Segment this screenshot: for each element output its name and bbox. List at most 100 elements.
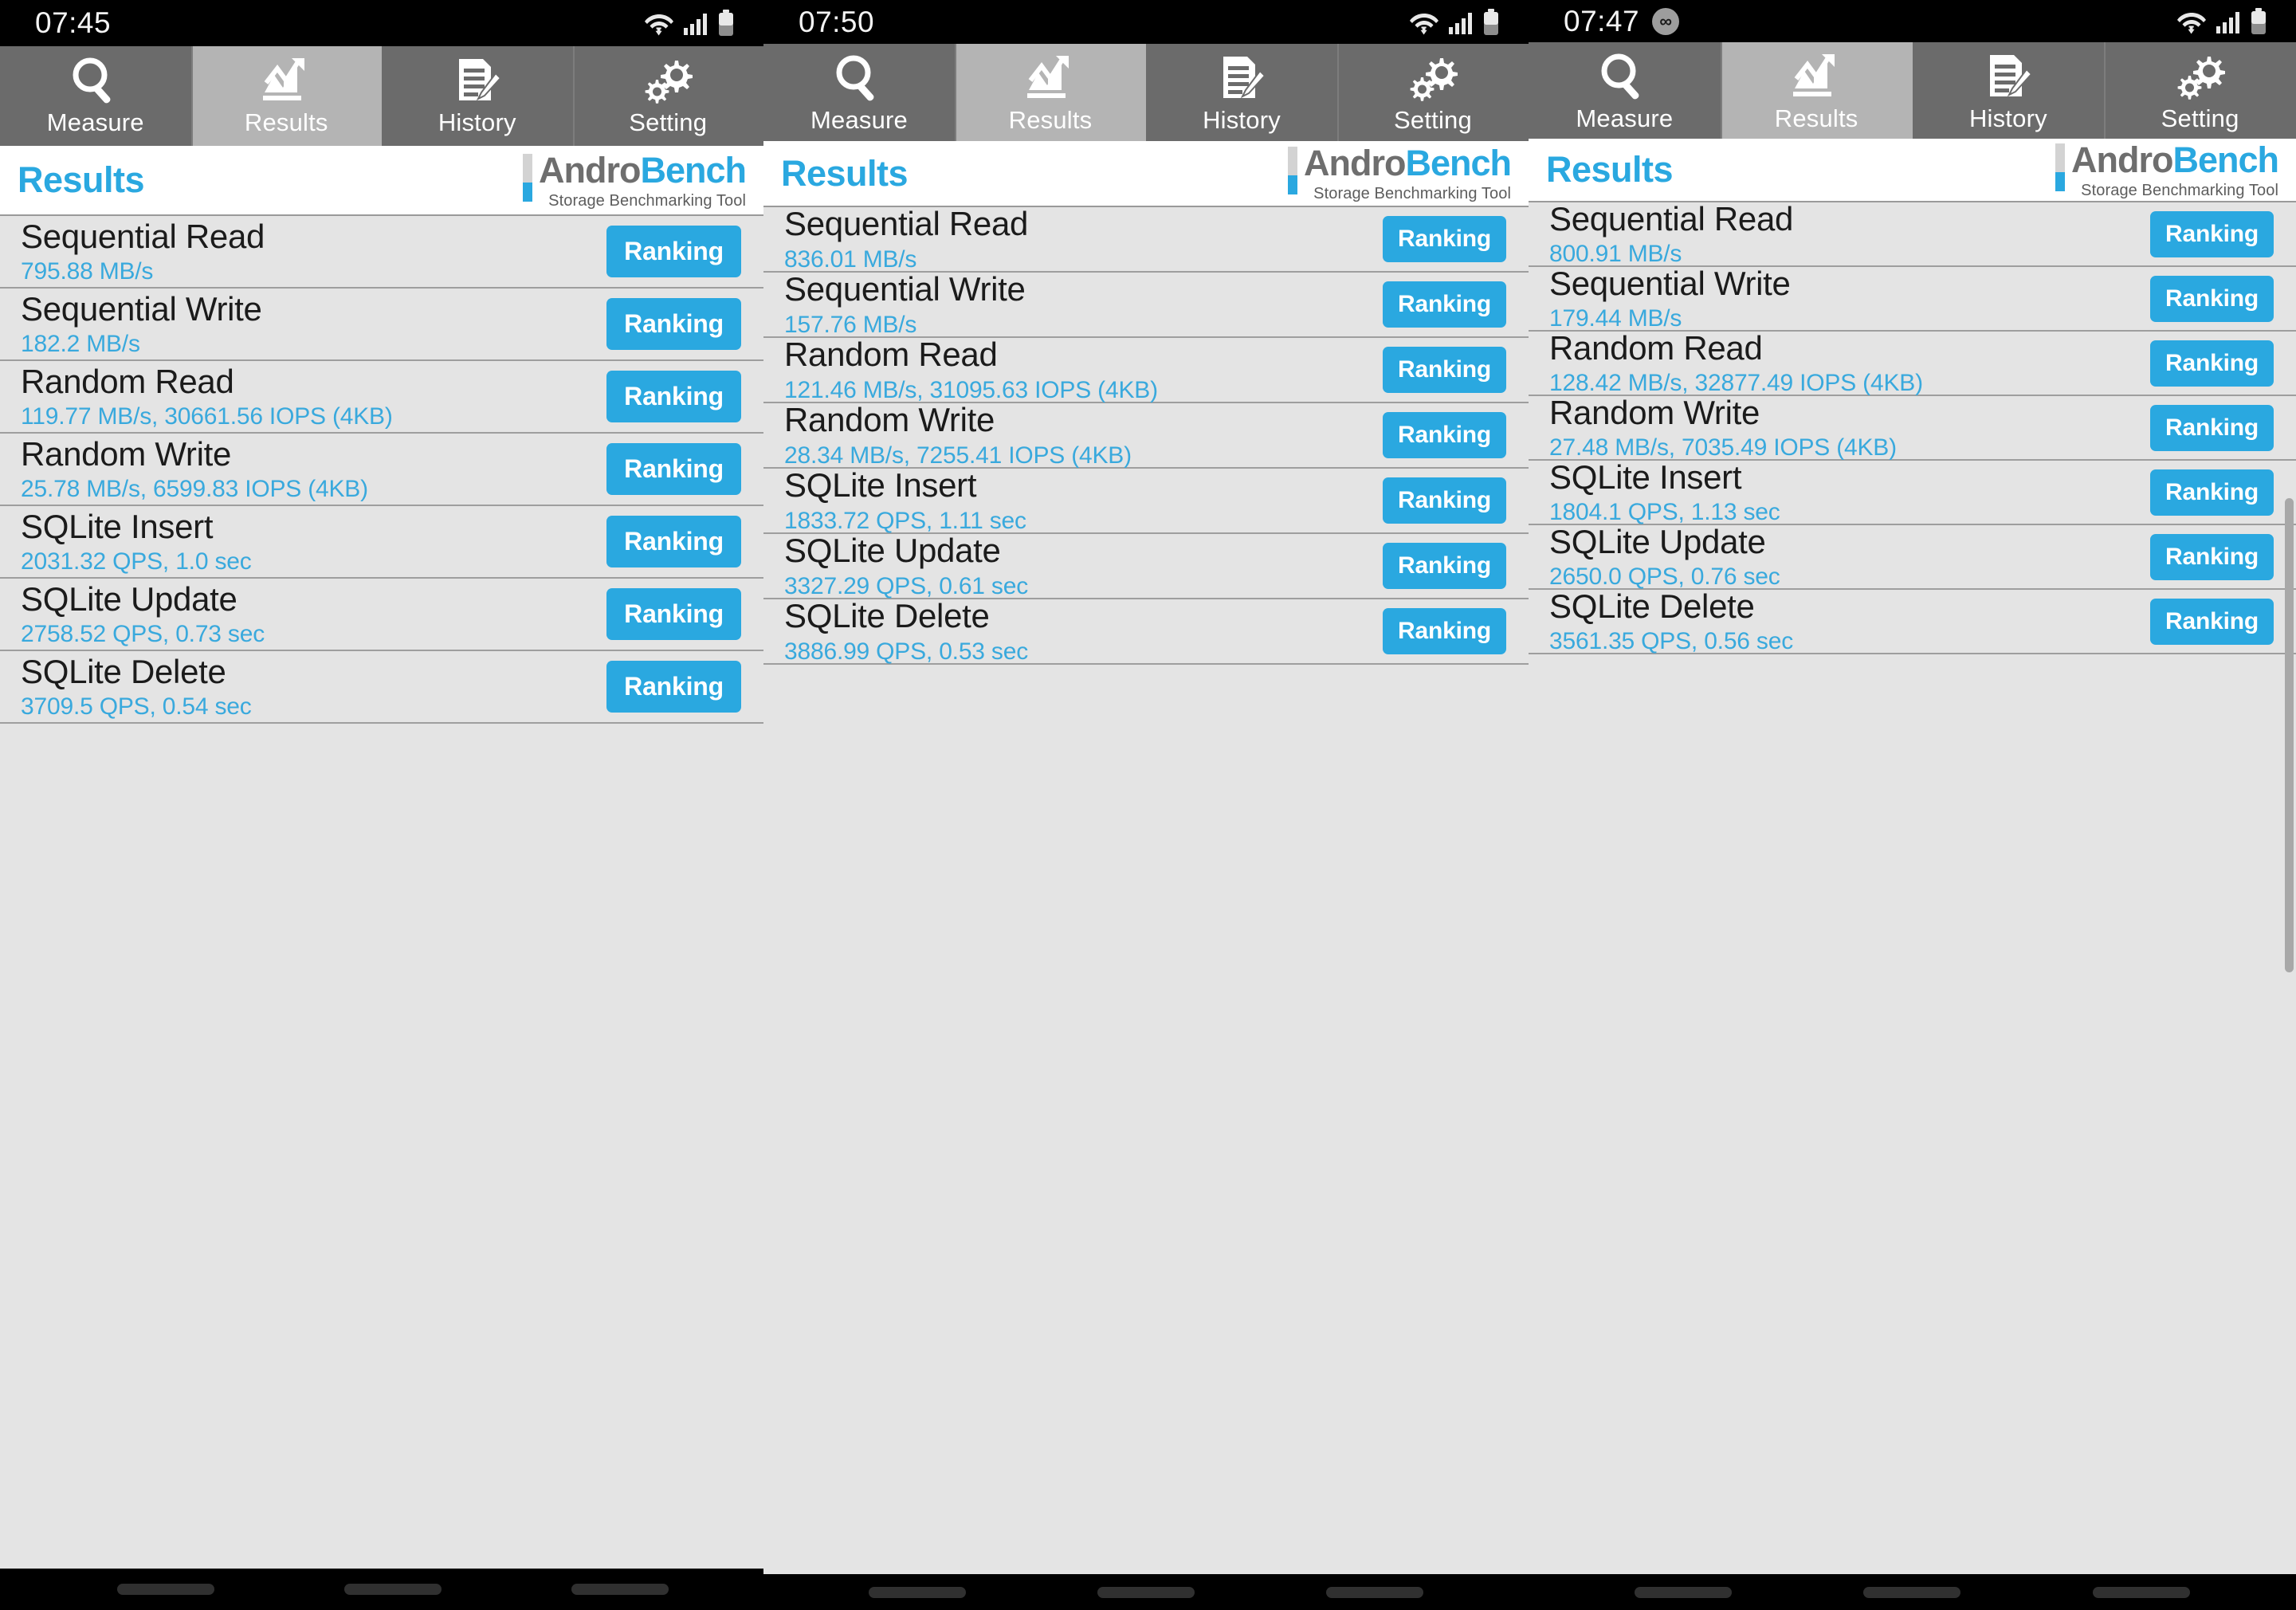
table-row[interactable]: Sequential Read 800.91 MB/s Ranking: [1529, 202, 2296, 267]
gears-icon: [642, 56, 694, 105]
table-row[interactable]: SQLite Insert 2031.32 QPS, 1.0 sec Ranki…: [0, 506, 763, 579]
table-row[interactable]: Sequential Read 795.88 MB/s Ranking: [0, 216, 763, 289]
table-row[interactable]: Random Write 28.34 MB/s, 7255.41 IOPS (4…: [763, 402, 1529, 469]
ranking-button[interactable]: Ranking: [1383, 347, 1506, 393]
row-title: SQLite Delete: [784, 597, 990, 635]
row-text: Sequential Read 836.01 MB/s: [784, 207, 1028, 272]
table-row[interactable]: SQLite Update 2758.52 QPS, 0.73 sec Rank…: [0, 579, 763, 651]
table-row[interactable]: SQLite Update 3327.29 QPS, 0.61 sec Rank…: [763, 533, 1529, 599]
table-row[interactable]: SQLite Insert 1804.1 QPS, 1.13 sec Ranki…: [1529, 457, 2296, 525]
ranking-button[interactable]: Ranking: [606, 226, 741, 277]
nav-pill[interactable]: [869, 1586, 967, 1598]
results-list[interactable]: Sequential Read 800.91 MB/s Ranking Sequ…: [1529, 202, 2296, 1574]
ranking-button[interactable]: Ranking: [1383, 216, 1506, 262]
row-text: SQLite Update 3327.29 QPS, 0.61 sec: [784, 533, 1028, 598]
wifi-icon: [1409, 10, 1439, 35]
chart-icon: [260, 56, 312, 105]
ranking-button[interactable]: Ranking: [2150, 533, 2274, 580]
table-row[interactable]: Sequential Read 836.01 MB/s Ranking: [763, 207, 1529, 273]
logo-wordmark: AndroBench: [1303, 143, 1512, 183]
nav-pill[interactable]: [117, 1584, 215, 1595]
tab-setting[interactable]: Setting: [1337, 44, 1529, 141]
tab-history[interactable]: History: [1146, 44, 1337, 141]
table-row[interactable]: SQLite Delete 3561.35 QPS, 0.56 sec Rank…: [1529, 587, 2296, 654]
tab-results[interactable]: Results: [1720, 42, 1913, 139]
row-text: SQLite Insert 2031.32 QPS, 1.0 sec: [21, 509, 252, 574]
ranking-button[interactable]: Ranking: [2150, 404, 2274, 451]
nav-pill[interactable]: [1863, 1586, 1961, 1598]
ranking-button[interactable]: Ranking: [2150, 340, 2274, 387]
ranking-button[interactable]: Ranking: [2150, 598, 2274, 645]
nav-pill[interactable]: [343, 1584, 442, 1595]
row-value: 2031.32 QPS, 1.0 sec: [21, 548, 252, 575]
tab-measure[interactable]: Measure: [0, 46, 191, 146]
table-row[interactable]: SQLite Update 2650.0 QPS, 0.76 sec Ranki…: [1529, 524, 2296, 590]
table-row[interactable]: Random Read 128.42 MB/s, 32877.49 IOPS (…: [1529, 330, 2296, 396]
ranking-button[interactable]: Ranking: [606, 298, 741, 350]
nav-pill[interactable]: [2093, 1586, 2191, 1598]
phone-screenshot-3: 07:47 ∞ Measure Results History Setting …: [1529, 0, 2296, 1610]
table-row[interactable]: Random Write 25.78 MB/s, 6599.83 IOPS (4…: [0, 434, 763, 506]
ranking-button[interactable]: Ranking: [606, 443, 741, 495]
row-title: SQLite Insert: [1549, 457, 1742, 496]
document-pen-icon: [1982, 52, 2035, 101]
ranking-button[interactable]: Ranking: [1383, 608, 1506, 654]
battery-icon: [1482, 8, 1500, 36]
row-value: 3886.99 QPS, 0.53 sec: [784, 638, 1029, 665]
table-row[interactable]: SQLite Delete 3886.99 QPS, 0.53 sec Rank…: [763, 599, 1529, 665]
row-value: 836.01 MB/s: [784, 245, 917, 273]
ranking-button[interactable]: Ranking: [606, 588, 741, 640]
ranking-button[interactable]: Ranking: [2150, 469, 2274, 516]
ranking-button[interactable]: Ranking: [606, 661, 741, 713]
tab-history[interactable]: History: [1912, 42, 2105, 139]
logo-text: AndroBench Storage Benchmarking Tool: [1303, 143, 1512, 202]
logo-bar-icon: [1287, 147, 1297, 194]
row-value: 2758.52 QPS, 0.73 sec: [21, 621, 265, 648]
androbench-logo: AndroBench Storage Benchmarking Tool: [1287, 143, 1512, 202]
table-row[interactable]: Random Read 121.46 MB/s, 31095.63 IOPS (…: [763, 337, 1529, 403]
nav-pill[interactable]: [571, 1584, 669, 1595]
ranking-button[interactable]: Ranking: [1383, 477, 1506, 524]
gears-icon: [1407, 53, 1459, 103]
vertical-scrollbar[interactable]: [2285, 498, 2294, 972]
ranking-button[interactable]: Ranking: [606, 516, 741, 567]
row-text: SQLite Insert 1833.72 QPS, 1.11 sec: [784, 468, 1026, 532]
ranking-button[interactable]: Ranking: [1383, 281, 1506, 328]
tab-bar: Measure Results History Setting: [1529, 42, 2296, 139]
row-title: SQLite Delete: [1549, 587, 1755, 625]
page-title: Results: [18, 159, 145, 200]
ranking-button[interactable]: Ranking: [1383, 412, 1506, 458]
results-list[interactable]: Sequential Read 795.88 MB/s Ranking Sequ…: [0, 216, 763, 1569]
row-text: Random Read 128.42 MB/s, 32877.49 IOPS (…: [1549, 330, 1923, 395]
nav-pill[interactable]: [1634, 1586, 1732, 1598]
tab-label-history: History: [1968, 104, 2047, 132]
tab-results[interactable]: Results: [955, 44, 1146, 141]
tab-label-results: Results: [1008, 106, 1093, 134]
ranking-button[interactable]: Ranking: [1383, 543, 1506, 589]
tab-measure[interactable]: Measure: [763, 44, 955, 141]
table-row[interactable]: SQLite Insert 1833.72 QPS, 1.11 sec Rank…: [763, 468, 1529, 534]
system-nav-bar: [1529, 1574, 2296, 1610]
tab-results[interactable]: Results: [190, 46, 382, 146]
nav-pill[interactable]: [1325, 1586, 1423, 1598]
tab-setting[interactable]: Setting: [2104, 42, 2296, 139]
table-row[interactable]: Sequential Write 157.76 MB/s Ranking: [763, 272, 1529, 338]
ranking-button[interactable]: Ranking: [2150, 210, 2274, 257]
tab-history[interactable]: History: [382, 46, 573, 146]
tab-setting[interactable]: Setting: [572, 46, 763, 146]
nav-pill[interactable]: [1097, 1586, 1195, 1598]
table-row[interactable]: Sequential Write 179.44 MB/s Ranking: [1529, 265, 2296, 332]
table-row[interactable]: SQLite Delete 3709.5 QPS, 0.54 sec Ranki…: [0, 651, 763, 724]
ranking-button[interactable]: Ranking: [606, 371, 741, 422]
row-value: 182.2 MB/s: [21, 331, 140, 358]
results-list[interactable]: Sequential Read 836.01 MB/s Ranking Sequ…: [763, 207, 1529, 1574]
table-row[interactable]: Random Read 119.77 MB/s, 30661.56 IOPS (…: [0, 361, 763, 434]
row-text: Sequential Write 179.44 MB/s: [1549, 265, 1791, 331]
ranking-button[interactable]: Ranking: [2150, 275, 2274, 322]
status-bar-right: [2176, 7, 2267, 35]
table-row[interactable]: Random Write 27.48 MB/s, 7035.49 IOPS (4…: [1529, 395, 2296, 461]
row-text: SQLite Update 2650.0 QPS, 0.76 sec: [1549, 524, 1780, 589]
tab-measure[interactable]: Measure: [1529, 42, 1721, 139]
row-title: Random Write: [21, 434, 232, 473]
table-row[interactable]: Sequential Write 182.2 MB/s Ranking: [0, 289, 763, 361]
